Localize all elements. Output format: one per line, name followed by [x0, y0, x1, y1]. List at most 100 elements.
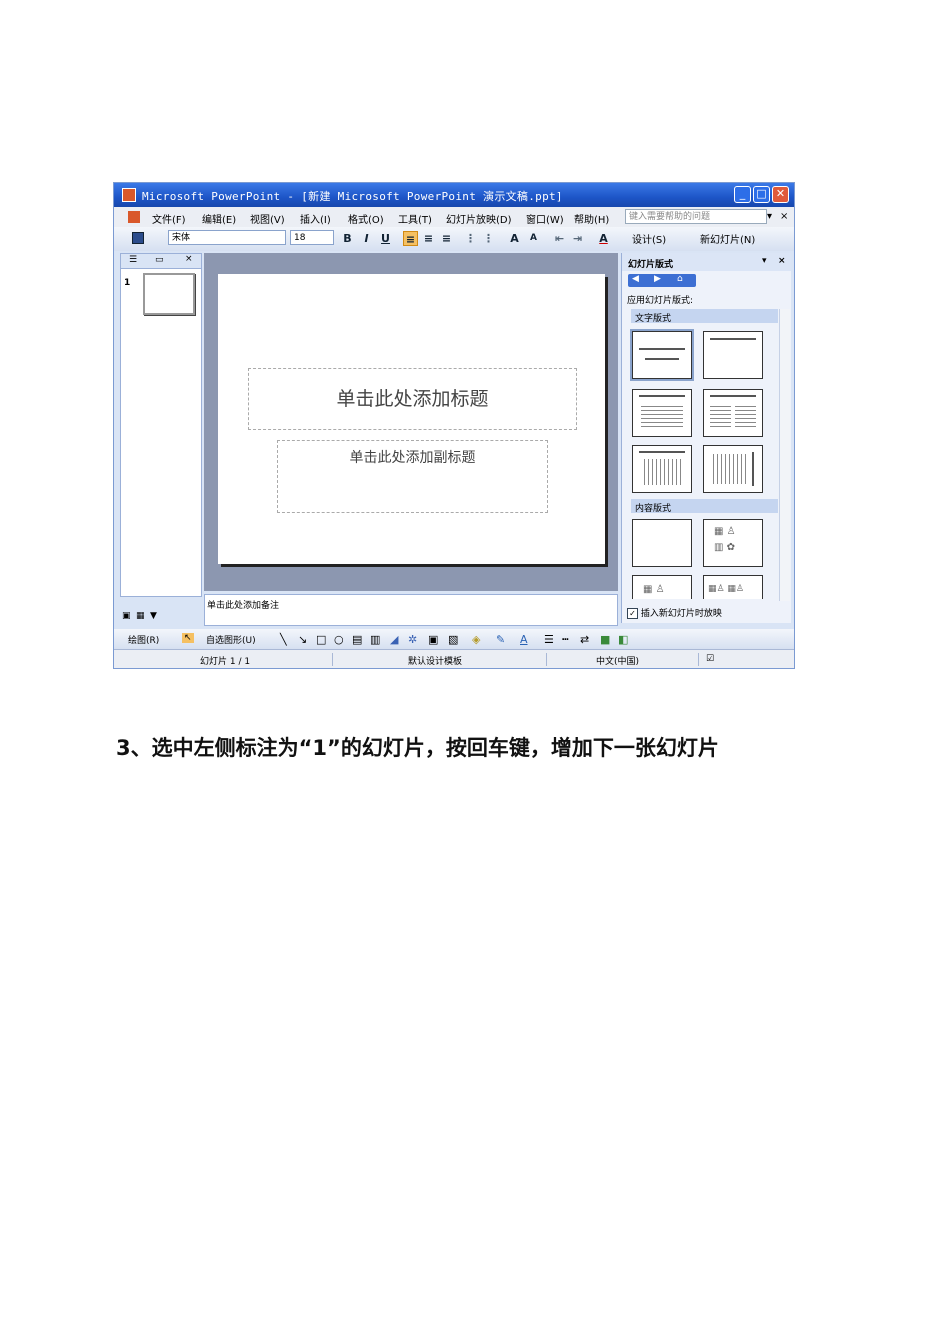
textbox-icon[interactable]: ▤	[352, 633, 362, 646]
vertical-textbox-icon[interactable]: ▥	[370, 633, 380, 646]
picture-icon[interactable]: ▧	[448, 633, 458, 646]
content-placeholder-icon: ▦ ♙	[714, 526, 736, 537]
menu-close-icon[interactable]: ×	[780, 211, 788, 222]
help-dropdown-icon[interactable]: ▾	[767, 211, 772, 222]
decrease-indent-icon[interactable]: ⇤	[552, 231, 567, 246]
slides-pane: ☰ ▭ × 1	[120, 253, 202, 597]
status-bar: 幻灯片 1 / 1 默认设计模板 中文(中国) ☑	[114, 649, 794, 668]
status-design-template: 默认设计模板	[408, 657, 463, 667]
task-pane-close-icon[interactable]: ×	[778, 256, 786, 266]
layout-title-vertical-text[interactable]	[632, 445, 692, 493]
slide-thumbnail[interactable]	[143, 273, 195, 315]
decrease-font-button[interactable]: A	[526, 231, 541, 246]
task-pane-menu-icon[interactable]: ▾	[762, 256, 767, 266]
title-placeholder[interactable]: 单击此处添加标题	[248, 368, 577, 430]
increase-indent-icon[interactable]: ⇥	[570, 231, 585, 246]
instruction-caption: 3、选中左侧标注为“1”的幻灯片，按回车键，增加下一张幻灯片	[116, 736, 719, 760]
notes-pane[interactable]: 单击此处添加备注	[204, 594, 618, 626]
minimize-button[interactable]: _	[734, 186, 751, 203]
task-pane-title: 幻灯片版式	[628, 260, 674, 270]
insert-slideshow-checkbox[interactable]: ✓ 插入新幻灯片时放映	[627, 606, 722, 619]
font-size-select[interactable]: 18	[290, 230, 334, 245]
layout-title-slide[interactable]	[632, 331, 692, 379]
menu-edit[interactable]: 编辑(E)	[202, 211, 236, 226]
arrow-style-icon[interactable]: ⇄	[580, 633, 589, 646]
help-search-input[interactable]: 键入需要帮助的问题	[625, 209, 767, 224]
slideshow-view-icon[interactable]: ▼	[150, 611, 157, 621]
menu-format[interactable]: 格式(O)	[348, 211, 384, 226]
line-icon[interactable]: ╲	[280, 633, 287, 646]
normal-view-icon[interactable]: ▣	[122, 611, 131, 621]
forward-icon[interactable]: ▶	[654, 274, 661, 284]
layout-blank[interactable]	[632, 519, 692, 567]
layout-content[interactable]: ▦ ♙ ▥ ✿	[703, 519, 763, 567]
align-center-icon[interactable]: ≡	[421, 231, 436, 246]
checkbox-check-icon[interactable]: ✓	[627, 608, 638, 619]
align-left-icon[interactable]: ≡	[403, 231, 418, 246]
maximize-button[interactable]: □	[753, 186, 770, 203]
font-color-icon[interactable]: A	[520, 633, 528, 646]
task-pane-scrollbar[interactable]	[779, 309, 790, 601]
line-color-icon[interactable]: ✎	[496, 633, 505, 646]
oval-icon[interactable]: ○	[334, 633, 344, 646]
drawing-toolbar: 绘图(R) ↖ 自选图形(U) ╲ ↘ □ ○ ▤ ▥ ◢ ✲ ▣ ▧ ◈ ✎ …	[114, 629, 794, 649]
bullets-icon[interactable]: ⋮	[481, 231, 496, 246]
wordart-icon[interactable]: ◢	[390, 633, 398, 646]
sorter-view-icon[interactable]: ▦	[136, 611, 145, 621]
clipart-icon[interactable]: ▣	[428, 633, 438, 646]
layout-vertical-title-text[interactable]	[703, 445, 763, 493]
subtitle-placeholder[interactable]: 单击此处添加副标题	[277, 440, 548, 513]
window-title: Microsoft PowerPoint - [新建 Microsoft Pow…	[142, 190, 563, 203]
font-name-select[interactable]: 宋体	[168, 230, 286, 245]
slides-tab-icon[interactable]: ▭	[155, 255, 164, 265]
shadow-icon[interactable]: ■	[600, 633, 610, 646]
underline-button[interactable]: U	[378, 231, 393, 246]
back-icon[interactable]: ◀	[632, 274, 639, 284]
dash-style-icon[interactable]: ┅	[562, 633, 569, 646]
menu-tools[interactable]: 工具(T)	[398, 211, 432, 226]
layout-title-content[interactable]: ▦ ♙	[632, 575, 692, 599]
home-icon[interactable]: ⌂	[677, 274, 683, 284]
text-layouts-section: 文字版式	[631, 309, 778, 324]
menu-window[interactable]: 窗口(W)	[526, 211, 564, 226]
rectangle-icon[interactable]: □	[316, 633, 326, 646]
italic-button[interactable]: I	[359, 231, 374, 246]
slide-number: 1	[124, 278, 131, 288]
menu-help[interactable]: 帮助(H)	[574, 211, 609, 226]
document-icon[interactable]	[128, 211, 140, 223]
menu-file[interactable]: 文件(F)	[152, 211, 186, 226]
font-color-button[interactable]: A	[596, 231, 611, 246]
layout-title-two-content[interactable]: ▦♙ ▦♙	[703, 575, 763, 599]
slide-canvas[interactable]: 单击此处添加标题 单击此处添加副标题	[218, 274, 605, 564]
draw-menu-button[interactable]: 绘图(R)	[128, 633, 159, 646]
close-button[interactable]: ✕	[772, 186, 789, 203]
slide-editing-area: 单击此处添加标题 单击此处添加副标题	[204, 253, 618, 591]
autoshapes-button[interactable]: 自选图形(U)	[206, 633, 256, 646]
select-objects-icon[interactable]: ↖	[182, 633, 194, 643]
notes-placeholder: 单击此处添加备注	[207, 601, 280, 611]
layout-title-only[interactable]	[703, 331, 763, 379]
numbering-icon[interactable]: ⋮	[463, 231, 478, 246]
menu-view[interactable]: 视图(V)	[250, 211, 285, 226]
design-button[interactable]: 设计(S)	[632, 231, 666, 246]
content-placeholder-icon: ▦♙ ▦♙	[708, 584, 745, 594]
layout-title-text[interactable]	[632, 389, 692, 437]
task-pane: 幻灯片版式 ▾ × ◀ ▶ ⌂ 应用幻灯片版式: 文字版式 内容版式 ▦ ♙ ▥…	[621, 253, 791, 623]
powerpoint-app-icon[interactable]	[122, 188, 136, 202]
layout-two-column-text[interactable]	[703, 389, 763, 437]
align-right-icon[interactable]: ≡	[439, 231, 454, 246]
status-language: 中文(中国)	[596, 657, 640, 667]
line-style-icon[interactable]: ☰	[544, 633, 554, 646]
new-slide-button[interactable]: 新幻灯片(N)	[700, 231, 755, 246]
fill-color-icon[interactable]: ◈	[472, 633, 480, 646]
3d-icon[interactable]: ◧	[618, 633, 628, 646]
outline-tab-icon[interactable]: ☰	[129, 255, 137, 265]
save-icon[interactable]	[132, 232, 144, 244]
menu-slideshow[interactable]: 幻灯片放映(D)	[446, 211, 512, 226]
arrow-icon[interactable]: ↘	[298, 633, 307, 646]
increase-font-button[interactable]: A	[507, 231, 522, 246]
bold-button[interactable]: B	[340, 231, 355, 246]
diagram-icon[interactable]: ✲	[408, 633, 417, 646]
pane-close-icon[interactable]: ×	[185, 254, 193, 264]
menu-insert[interactable]: 插入(I)	[300, 211, 331, 226]
